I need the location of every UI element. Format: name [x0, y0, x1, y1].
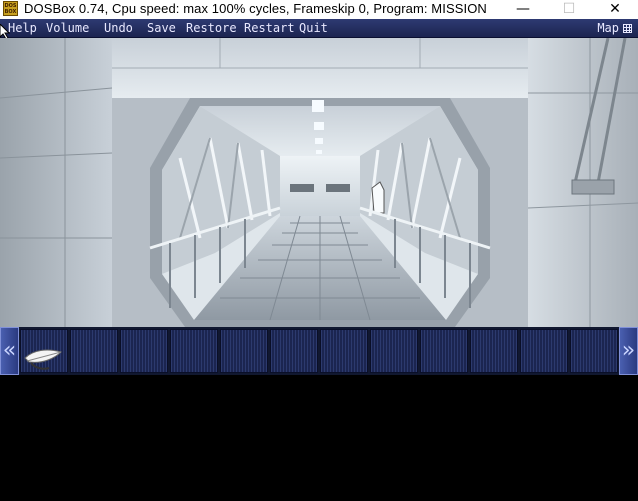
window-titlebar: DOS BOX DOSBox 0.74, Cpu speed: max 100% …: [0, 0, 638, 20]
inventory-slot[interactable]: [370, 329, 418, 373]
text-output-area: [0, 375, 638, 501]
game-menubar: Help Volume Undo Save Restore Restart Qu…: [0, 19, 638, 38]
minimize-button[interactable]: —: [500, 0, 546, 19]
inventory-slot[interactable]: [120, 329, 168, 373]
inventory-slot[interactable]: [170, 329, 218, 373]
menu-map[interactable]: Map: [597, 20, 632, 36]
menu-restart[interactable]: Restart: [244, 20, 295, 36]
inventory-scroll-left-button[interactable]: «: [0, 327, 19, 375]
inventory-scroll-right-button[interactable]: »: [619, 327, 638, 375]
menu-help[interactable]: Help: [8, 20, 37, 36]
maximize-button[interactable]: ☐: [546, 0, 592, 19]
window-title: DOSBox 0.74, Cpu speed: max 100% cycles,…: [24, 1, 487, 16]
menu-undo[interactable]: Undo: [104, 20, 133, 36]
inventory-slot[interactable]: [470, 329, 518, 373]
dosbox-app-icon[interactable]: DOS BOX: [3, 1, 18, 16]
inventory-slot[interactable]: [20, 329, 68, 373]
map-grid-icon: [623, 24, 632, 33]
inventory-slot[interactable]: [270, 329, 318, 373]
game-scene-corridor[interactable]: [0, 38, 638, 327]
menu-quit[interactable]: Quit: [299, 20, 328, 36]
inventory-slot[interactable]: [420, 329, 468, 373]
close-button[interactable]: ✕: [592, 0, 638, 19]
inventory-slot[interactable]: [70, 329, 118, 373]
feather-item-icon: [24, 349, 62, 370]
inventory-bar: « »: [0, 327, 638, 375]
menu-map-label: Map: [597, 21, 619, 35]
inventory-slot[interactable]: [520, 329, 568, 373]
menu-volume[interactable]: Volume: [46, 20, 89, 36]
inventory-slot[interactable]: [320, 329, 368, 373]
menu-restore[interactable]: Restore: [186, 20, 237, 36]
inventory-slot[interactable]: [570, 329, 618, 373]
inventory-slot[interactable]: [220, 329, 268, 373]
menu-save[interactable]: Save: [147, 20, 176, 36]
